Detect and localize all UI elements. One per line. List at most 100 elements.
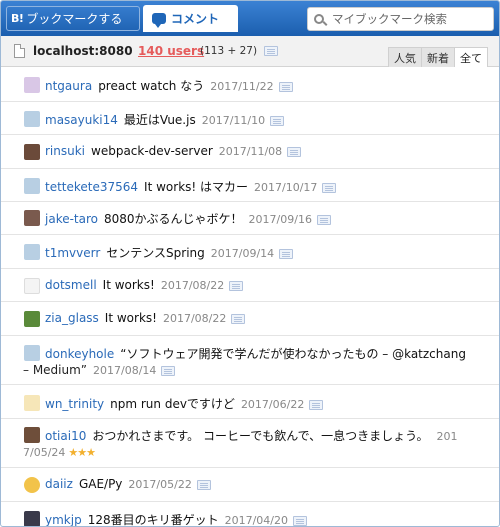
avatar[interactable]	[24, 311, 40, 327]
comment-date[interactable]: 2017/04/20	[225, 514, 288, 526]
entry-icon[interactable]	[316, 214, 331, 225]
avatar[interactable]	[24, 77, 40, 93]
list-item: ntgaura preact watch なう 2017/11/22	[1, 68, 499, 102]
entry-icon[interactable]	[287, 146, 302, 157]
username-link[interactable]: ymkjp	[45, 513, 82, 526]
entry-icon[interactable]	[278, 81, 293, 92]
comment-date[interactable]: 2017/10/17	[254, 181, 317, 194]
users-link[interactable]: 140 users	[138, 44, 204, 58]
comment-date[interactable]: 2017/09/16	[249, 213, 312, 226]
star-rating-icon: ★★★	[68, 446, 96, 459]
search-box[interactable]	[307, 7, 494, 31]
comment-date-part1[interactable]: 201	[436, 430, 457, 443]
avatar[interactable]	[24, 144, 40, 160]
username-link[interactable]: t1mvverr	[45, 246, 100, 260]
entry-icon[interactable]	[293, 515, 308, 526]
avatar[interactable]	[24, 511, 40, 526]
users-count: (113 + 27)	[200, 45, 258, 57]
avatar[interactable]	[24, 345, 40, 361]
bookmark-comments-window: B! ブックマークする コメント localhost:8080 140 user…	[0, 0, 500, 527]
entry-icon[interactable]	[231, 313, 246, 324]
list-item: dotsmell It works! 2017/08/22	[1, 269, 499, 302]
comment-text: webpack-dev-server	[91, 144, 213, 158]
comment-text: 128番目のキリ番ゲット	[87, 513, 219, 527]
list-item: daiiz GAE/Py 2017/05/22	[1, 468, 499, 502]
comment-text: “ソフトウェア開発で学んだが使わなかったもの – @katzchang	[120, 347, 466, 361]
entry-page-icon[interactable]	[264, 46, 278, 56]
speech-bubble-icon	[152, 13, 166, 28]
username-link[interactable]: daiiz	[45, 477, 73, 491]
username-link[interactable]: rinsuki	[45, 144, 85, 158]
list-item: wn_trinity npm run devですけど 2017/06/22	[1, 385, 499, 419]
username-link[interactable]: dotsmell	[45, 278, 97, 292]
avatar[interactable]	[24, 427, 40, 443]
entry-icon[interactable]	[161, 365, 176, 376]
comment-text: preact watch なう	[98, 79, 205, 93]
list-item: jake-taro 8080かぶるんじゃボケ！ 2017/09/16	[1, 202, 499, 235]
username-link[interactable]: jake-taro	[45, 212, 98, 226]
comment-text: 8080かぶるんじゃボケ！	[104, 212, 243, 226]
username-link[interactable]: wn_trinity	[45, 397, 104, 411]
comment-text: センテンスSpring	[106, 246, 205, 260]
comment-text: It works!	[102, 278, 155, 292]
list-item: ymkjp 128番目のキリ番ゲット 2017/04/20	[1, 502, 499, 527]
hatena-bookmark-logo-icon: B!	[11, 12, 24, 25]
comment-date[interactable]: 2017/11/10	[202, 114, 265, 127]
tab-recent[interactable]: 新着	[421, 47, 455, 67]
list-item: zia_glass It works! 2017/08/22	[1, 302, 499, 336]
avatar[interactable]	[24, 278, 40, 294]
comment-text: 最近はVue.js	[123, 113, 196, 127]
username-link[interactable]: masayuki14	[45, 113, 118, 127]
page-icon	[14, 44, 25, 58]
list-item: masayuki14 最近はVue.js 2017/11/10	[1, 102, 499, 135]
avatar[interactable]	[24, 111, 40, 127]
tab-all[interactable]: 全て	[454, 47, 488, 67]
bookmark-button-label: ブックマークする	[26, 12, 123, 26]
entry-icon[interactable]	[309, 399, 324, 410]
list-item: rinsuki webpack-dev-server 2017/11/08	[1, 135, 499, 169]
search-input[interactable]	[332, 12, 492, 26]
comment-list: ntgaura preact watch なう 2017/11/22 masayuk…	[1, 68, 499, 527]
entry-icon[interactable]	[196, 479, 211, 490]
username-link[interactable]: otiai10	[45, 429, 86, 443]
tab-popular[interactable]: 人気	[388, 47, 422, 67]
list-item: otiai10 おつかれさまです。 コーヒーでも飲んで、一息つきましょう。 201 …	[1, 419, 499, 468]
entry-icon[interactable]	[270, 115, 285, 126]
comment-tab[interactable]: コメント	[143, 5, 238, 32]
comment-tab-label: コメント	[171, 12, 220, 26]
comment-text: It works! はマカー	[144, 180, 249, 194]
entry-icon[interactable]	[229, 280, 244, 291]
username-link[interactable]: ntgaura	[45, 79, 92, 93]
sort-tabs: 人気 新着 全て	[388, 47, 488, 67]
page-host: localhost:8080	[33, 44, 133, 58]
avatar[interactable]	[24, 477, 40, 493]
list-item: donkeyhole “ソフトウェア開発で学んだが使わなかったもの – @katz…	[1, 336, 499, 385]
comment-text: GAE/Py	[78, 477, 123, 491]
header-bar: B! ブックマークする コメント	[1, 1, 499, 36]
avatar[interactable]	[24, 178, 40, 194]
avatar[interactable]	[24, 395, 40, 411]
comment-date[interactable]: 2017/08/22	[161, 279, 224, 292]
comment-date[interactable]: 2017/06/22	[241, 398, 304, 411]
username-link[interactable]: donkeyhole	[45, 347, 114, 361]
comment-text: おつかれさまです。 コーヒーでも飲んで、一息つきましょう。	[92, 429, 429, 443]
comment-date[interactable]: 2017/08/22	[163, 312, 226, 325]
comment-date[interactable]: 2017/05/22	[128, 478, 191, 491]
comment-date[interactable]: 2017/11/22	[210, 80, 273, 93]
comment-date[interactable]: 2017/11/08	[219, 145, 282, 158]
username-link[interactable]: zia_glass	[45, 311, 99, 325]
entry-icon[interactable]	[279, 248, 294, 259]
list-item: t1mvverr センテンスSpring 2017/09/14	[1, 235, 499, 269]
entry-icon[interactable]	[322, 182, 337, 193]
search-icon	[314, 14, 324, 24]
avatar[interactable]	[24, 210, 40, 226]
avatar[interactable]	[24, 244, 40, 260]
username-link[interactable]: tettekete37564	[45, 180, 138, 194]
comment-date[interactable]: 2017/08/14	[93, 364, 156, 377]
comment-text: It works!	[104, 311, 157, 325]
list-item: tettekete37564 It works! はマカー 2017/10/17	[1, 169, 499, 202]
bookmark-button[interactable]: B! ブックマークする	[6, 6, 140, 31]
page-info-bar: localhost:8080 140 users (113 + 27) 人気 新…	[1, 36, 499, 67]
comment-date-part2[interactable]: 7/05/24	[23, 446, 65, 459]
comment-date[interactable]: 2017/09/14	[211, 247, 274, 260]
